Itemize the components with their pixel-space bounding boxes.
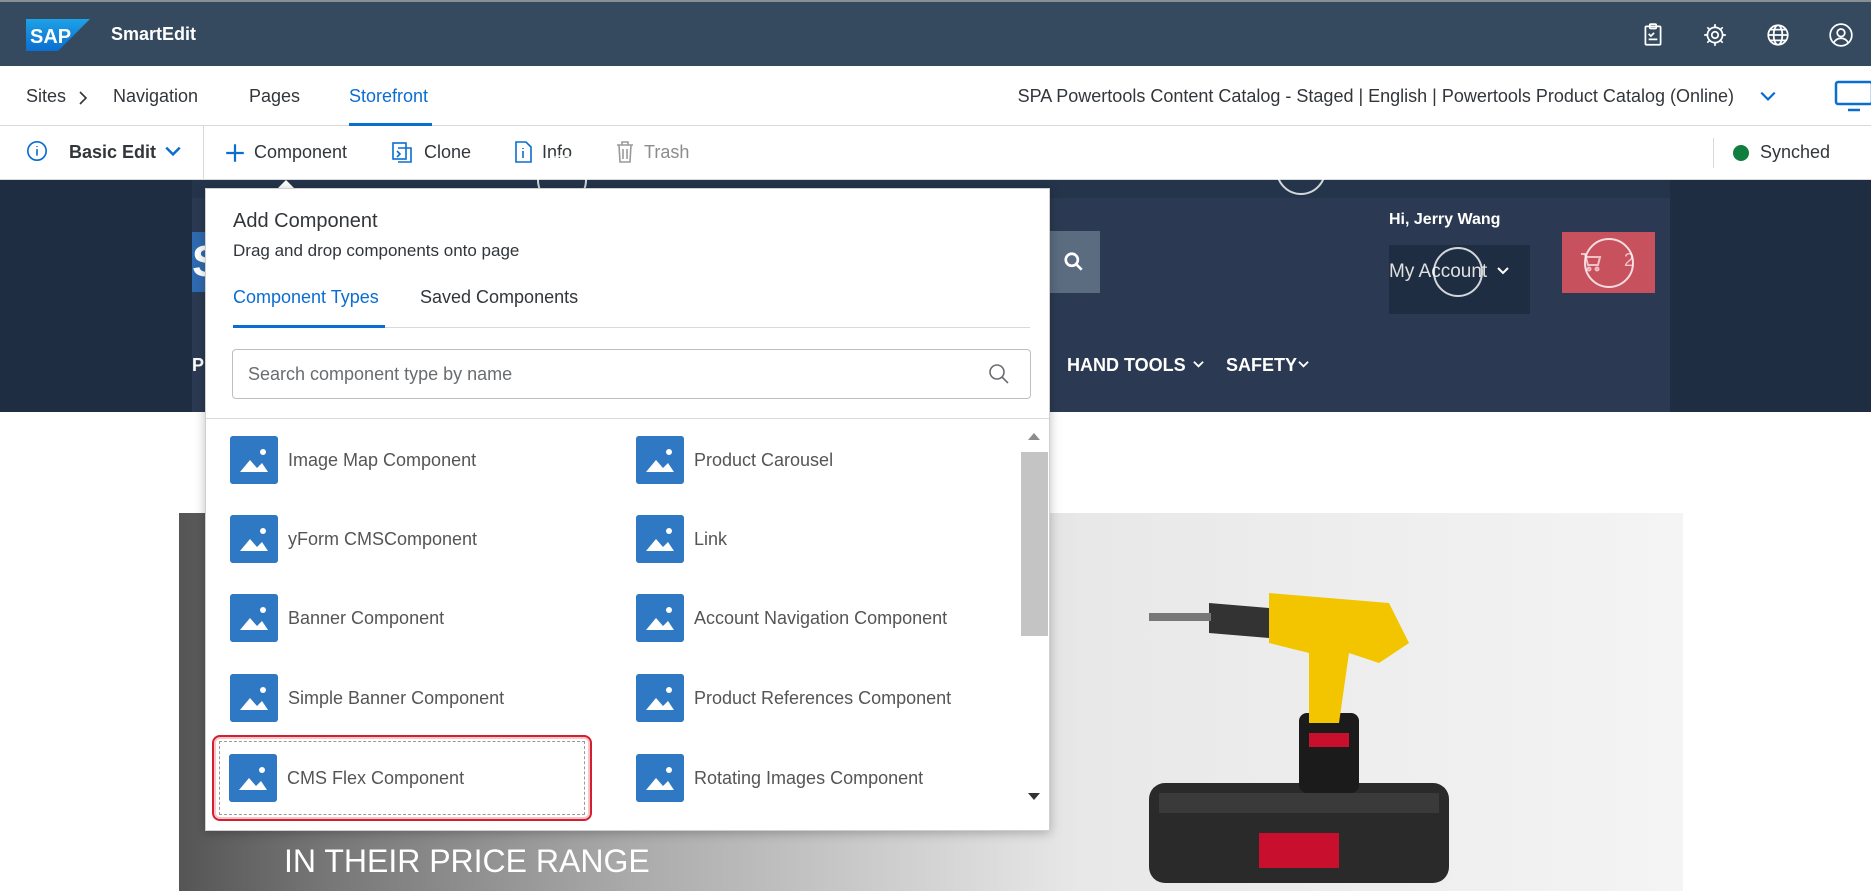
menu-safety[interactable]: SAFETY — [1226, 355, 1297, 376]
component-item[interactable]: Rotating Images Component — [636, 750, 923, 806]
component-item[interactable]: Product Carousel — [636, 432, 833, 488]
search-icon — [1064, 252, 1083, 271]
list-divider — [206, 418, 1049, 419]
trash-button: Trash — [644, 142, 690, 162]
chevron-down-icon — [1193, 361, 1204, 368]
sap-logo[interactable]: SAP — [26, 19, 90, 51]
scroll-up-icon[interactable] — [1027, 431, 1041, 441]
navigation-bar: Sites Navigation Pages Storefront SPA Po… — [0, 66, 1871, 126]
info-page-icon[interactable] — [512, 140, 534, 164]
sync-status[interactable]: Synched — [1760, 142, 1830, 163]
component-label: Simple Banner Component — [288, 687, 505, 708]
trash-icon — [617, 141, 633, 163]
component-label: Account Navigation Component — [694, 607, 948, 628]
component-item[interactable]: Product References Component — [636, 670, 951, 726]
info-circle-icon[interactable] — [26, 140, 48, 162]
plus-icon[interactable] — [224, 142, 246, 164]
component-label: Image Map Component — [288, 449, 477, 470]
add-component-popover: Add Component Drag and drop components o… — [205, 188, 1050, 831]
image-icon — [229, 754, 277, 802]
component-label: Rotating Images Component — [694, 767, 924, 788]
chevron-down-icon — [1298, 361, 1309, 368]
scroll-down-icon[interactable] — [1027, 792, 1041, 802]
chevron-down-icon[interactable] — [1759, 88, 1777, 104]
user-icon[interactable] — [1828, 22, 1854, 48]
image-icon — [636, 436, 684, 484]
add-component-button[interactable]: Component — [254, 142, 347, 163]
component-label: yForm CMSComponent — [288, 528, 478, 549]
image-icon — [636, 754, 684, 802]
component-item[interactable]: Image Map Component — [230, 432, 476, 488]
component-label: Product Carousel — [694, 449, 834, 470]
image-icon — [230, 515, 278, 563]
breadcrumb-sites[interactable]: Sites — [26, 86, 66, 107]
drill-image — [1149, 593, 1449, 883]
image-icon — [230, 436, 278, 484]
chevron-down-icon — [1497, 267, 1509, 275]
component-search-input[interactable] — [232, 349, 1031, 399]
image-icon — [230, 674, 278, 722]
popover-subtitle: Drag and drop components onto page — [233, 241, 520, 260]
component-label: Product References Component — [694, 687, 952, 708]
component-label: CMS Flex Component — [287, 767, 465, 788]
menu-hand-tools[interactable]: HAND TOOLS — [1067, 355, 1186, 376]
component-item[interactable]: Simple Banner Component — [230, 670, 504, 726]
hero-text: IN THEIR PRICE RANGE — [284, 843, 650, 879]
shell-bar: SAP SmartEdit — [0, 0, 1871, 66]
image-icon — [636, 515, 684, 563]
overlay-circle — [1584, 238, 1634, 288]
tab-storefront[interactable]: Storefront — [349, 86, 428, 107]
tab-component-types[interactable]: Component Types — [233, 287, 379, 308]
scrollbar-thumb[interactable] — [1021, 452, 1048, 636]
chevron-down-icon[interactable] — [164, 144, 182, 158]
sync-status-dot — [1733, 145, 1749, 161]
component-item[interactable]: Account Navigation Component — [636, 590, 947, 646]
chevron-right-icon — [79, 91, 88, 105]
tab-saved-components[interactable]: Saved Components — [420, 287, 578, 308]
search-icon[interactable] — [988, 363, 1010, 385]
component-item[interactable]: Link — [636, 511, 727, 567]
clone-icon[interactable] — [390, 140, 414, 164]
overlay-circle — [1433, 247, 1483, 297]
clipboard-icon[interactable] — [1640, 22, 1666, 48]
active-tab-indicator — [233, 325, 385, 328]
component-label: Link — [694, 528, 728, 549]
popover-title: Add Component — [233, 210, 378, 232]
gear-icon[interactable] — [1702, 22, 1728, 48]
app-name: SmartEdit — [111, 24, 197, 44]
store-menu-clipped[interactable]: P — [192, 355, 204, 376]
component-item[interactable]: Banner Component — [230, 590, 444, 646]
toolbar: Basic Edit Component Clone Info Trash Sy… — [0, 126, 1871, 180]
clone-button[interactable]: Clone — [424, 142, 471, 163]
mode-selector[interactable]: Basic Edit — [69, 142, 156, 163]
store-search-button[interactable] — [1048, 231, 1100, 293]
sap-logo-text: SAP — [30, 26, 71, 48]
greeting: Hi, Jerry Wang — [1389, 211, 1501, 228]
image-icon — [636, 594, 684, 642]
desktop-preview-icon[interactable] — [1834, 78, 1871, 114]
image-icon — [230, 594, 278, 642]
tab-pages[interactable]: Pages — [249, 86, 300, 107]
globe-icon[interactable] — [1765, 22, 1791, 48]
overlay-circle — [1276, 145, 1326, 195]
component-item[interactable]: yForm CMSComponent — [230, 511, 477, 567]
catalog-version[interactable]: SPA Powertools Content Catalog - Staged … — [1018, 86, 1734, 107]
toolbar-divider — [1713, 138, 1714, 168]
component-item-cms-flex[interactable]: CMS Flex Component — [219, 741, 585, 815]
image-icon — [636, 674, 684, 722]
tab-navigation[interactable]: Navigation — [113, 86, 198, 107]
component-label: Banner Component — [288, 607, 445, 628]
toolbar-divider — [203, 126, 204, 180]
